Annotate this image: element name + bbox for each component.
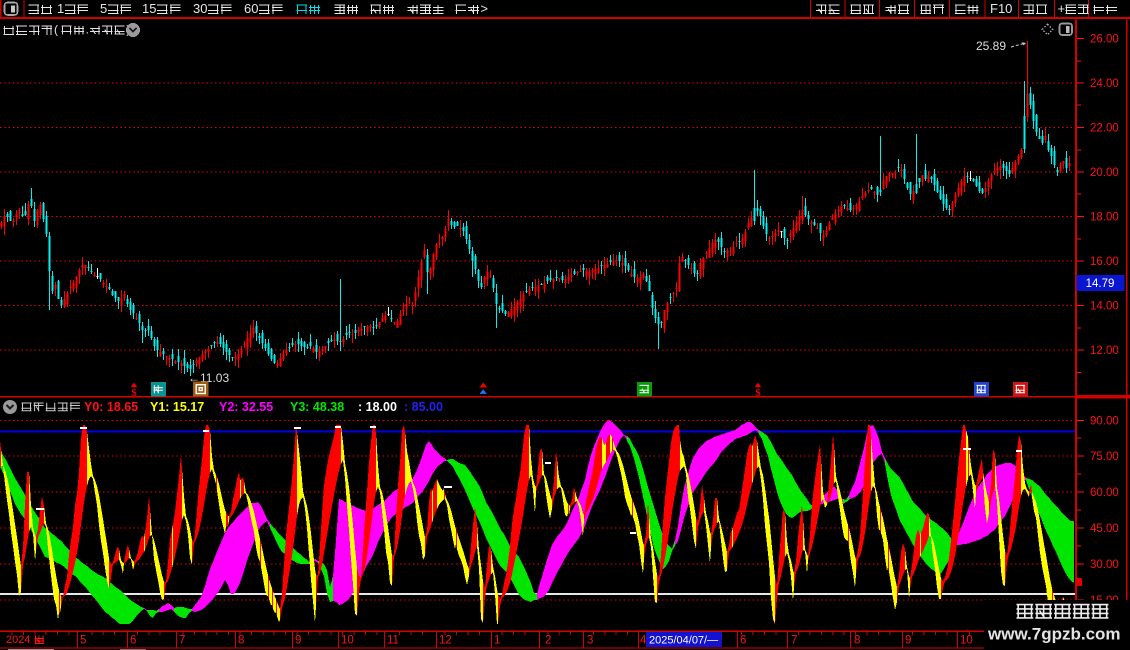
svg-text:$: $	[755, 387, 761, 399]
svg-text:10: 10	[341, 635, 354, 647]
svg-text:+: +	[1058, 1, 1066, 16]
svg-text:9: 9	[295, 635, 301, 647]
svg-text:>: >	[480, 1, 488, 16]
svg-text:15: 15	[142, 1, 156, 16]
svg-text:24.00: 24.00	[1090, 78, 1119, 90]
svg-text:2024: 2024	[6, 634, 30, 646]
svg-text:5: 5	[100, 1, 107, 16]
svg-text:F10: F10	[990, 1, 1012, 16]
svg-text:12: 12	[439, 635, 452, 647]
svg-text:2: 2	[545, 635, 551, 647]
svg-text:$: $	[131, 387, 137, 399]
svg-text:12.00: 12.00	[1090, 345, 1119, 357]
svg-text:14.00: 14.00	[1090, 301, 1119, 313]
svg-text:30: 30	[193, 1, 207, 16]
svg-text:8: 8	[854, 635, 860, 647]
svg-text:Y0: 18.65: Y0: 18.65	[84, 400, 138, 414]
svg-text:2025/04/07/—: 2025/04/07/—	[649, 635, 718, 647]
svg-text:22.00: 22.00	[1090, 123, 1119, 135]
svg-text:: 18.00: : 18.00	[358, 400, 397, 414]
svg-text:14.79: 14.79	[1086, 278, 1115, 290]
svg-text:1: 1	[494, 635, 500, 647]
svg-text:11: 11	[387, 635, 399, 647]
svg-text:: 85.00: : 85.00	[404, 400, 443, 414]
svg-text:6: 6	[740, 635, 746, 647]
svg-text:45.00: 45.00	[1090, 523, 1119, 535]
svg-text:6: 6	[130, 635, 136, 647]
svg-text:7: 7	[179, 635, 185, 647]
svg-text:.: .	[86, 23, 89, 37]
svg-text:Y1: 15.17: Y1: 15.17	[150, 400, 204, 414]
svg-text:www.7gpzb.com: www.7gpzb.com	[987, 625, 1121, 644]
svg-text:7: 7	[791, 635, 797, 647]
svg-text:30.00: 30.00	[1090, 559, 1119, 571]
svg-text:90.00: 90.00	[1090, 416, 1119, 428]
svg-text:9: 9	[905, 635, 911, 647]
svg-text:4: 4	[640, 635, 647, 647]
svg-text:1: 1	[57, 1, 64, 16]
svg-text:Y3: 48.38: Y3: 48.38	[290, 400, 344, 414]
svg-text:60.00: 60.00	[1090, 487, 1119, 499]
svg-text:18.00: 18.00	[1090, 212, 1119, 224]
svg-text:5: 5	[80, 635, 86, 647]
svg-text:25.89: 25.89	[976, 39, 1006, 53]
svg-text:75.00: 75.00	[1090, 451, 1119, 463]
svg-text:10: 10	[960, 635, 973, 647]
svg-text:20.00: 20.00	[1090, 167, 1119, 179]
svg-text:26.00: 26.00	[1090, 34, 1119, 46]
svg-text:60: 60	[244, 1, 258, 16]
svg-text:(: (	[54, 23, 58, 37]
svg-text:3: 3	[587, 635, 593, 647]
svg-text:8: 8	[238, 635, 244, 647]
svg-text:16.00: 16.00	[1090, 256, 1119, 268]
svg-text:Y2: 32.55: Y2: 32.55	[219, 400, 273, 414]
